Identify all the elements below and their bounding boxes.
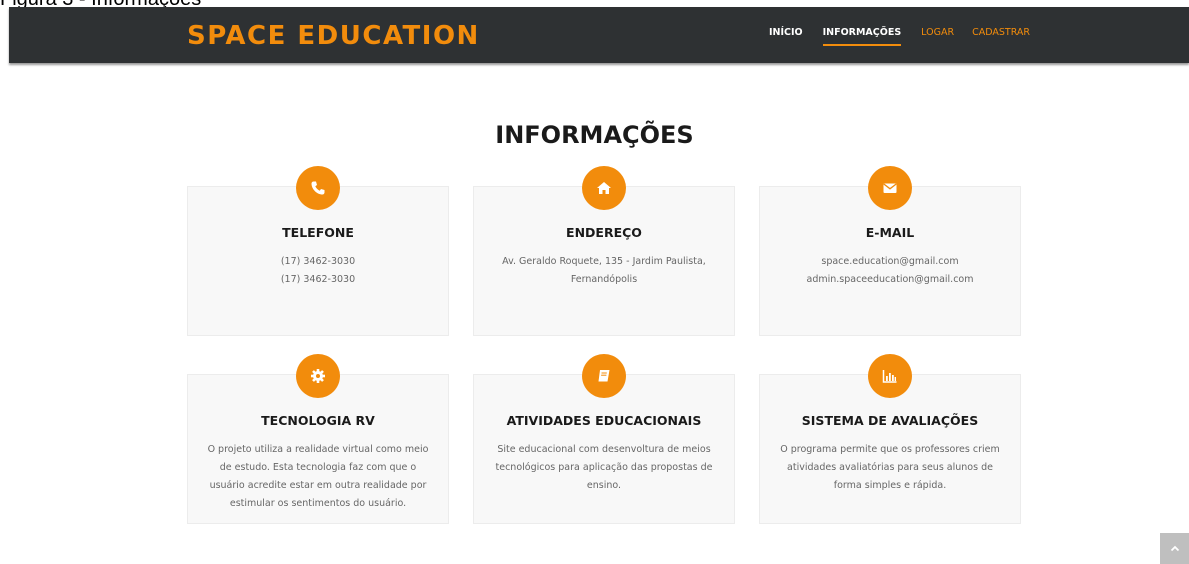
card-line: forma simples e rápida. — [833, 480, 947, 491]
card-title: TECNOLOGIA RV — [261, 413, 375, 428]
card-title: E-MAIL — [865, 225, 915, 240]
card-line: (17) 3462-3030 — [280, 256, 356, 267]
card-title: ENDEREÇO — [566, 225, 642, 240]
card-line: O projeto utiliza a realidade virtual co… — [207, 444, 429, 455]
book-icon — [582, 354, 626, 398]
section-title: INFORMAÇÕES — [495, 121, 694, 149]
card-title: SISTEMA DE AVALIAÇÕES — [801, 413, 979, 428]
info-card-endereco: ENDEREÇO Av. Geraldo Roquete, 135 - Jard… — [473, 166, 735, 336]
info-card-email: E-MAIL space.education@gmail.com admin.s… — [759, 166, 1021, 336]
card-line: de estudo. Esta tecnologia faz com que o — [219, 462, 417, 473]
card-line: ensino. — [586, 480, 622, 491]
nav-link-logar[interactable]: LOGAR — [921, 25, 954, 46]
card-line: estimular os sentimentos do usuário. — [229, 498, 407, 509]
bar-chart-icon — [868, 354, 912, 398]
home-icon — [582, 166, 626, 210]
brand-logo[interactable]: SPACE EDUCATION — [187, 21, 480, 51]
card-text: Site educacional com desenvoltura de mei… — [488, 441, 720, 495]
phone-icon — [296, 166, 340, 210]
envelope-icon — [868, 166, 912, 210]
card-text: Av. Geraldo Roquete, 135 - Jardim Paulis… — [488, 253, 720, 289]
scroll-to-top-button[interactable] — [1160, 533, 1189, 564]
card-text: space.education@gmail.com admin.spaceedu… — [774, 253, 1006, 289]
card-text: O programa permite que os professores cr… — [774, 441, 1006, 495]
card-line: space.education@gmail.com — [821, 256, 959, 267]
card-text: O projeto utiliza a realidade virtual co… — [202, 441, 434, 513]
card-title: ATIVIDADES EDUCACIONAIS — [506, 413, 702, 428]
info-card-tecnologia-rv: TECNOLOGIA RV O projeto utiliza a realid… — [187, 354, 449, 524]
info-card-telefone: TELEFONE (17) 3462-3030 (17) 3462-3030 — [187, 166, 449, 336]
card-line: Site educacional com desenvoltura de mei… — [497, 444, 711, 455]
info-card-atividades-educacionais: ATIVIDADES EDUCACIONAIS Site educacional… — [473, 354, 735, 524]
card-line: atividades avaliatórias para seus alunos… — [787, 462, 993, 473]
nav-menu: INÍCIO INFORMAÇÕES LOGAR CADASTRAR — [769, 25, 1050, 46]
card-line: tecnológicos para aplicação das proposta… — [495, 462, 713, 473]
card-line: admin.spaceeducation@gmail.com — [806, 274, 974, 285]
card-text: (17) 3462-3030 (17) 3462-3030 — [202, 253, 434, 289]
chevron-up-icon — [1170, 545, 1179, 551]
card-line: usuário acredite estar em outra realidad… — [209, 480, 427, 491]
card-line: O programa permite que os professores cr… — [780, 444, 1000, 455]
card-title: TELEFONE — [282, 225, 354, 240]
nav-link-informacoes[interactable]: INFORMAÇÕES — [822, 25, 901, 46]
navbar: SPACE EDUCATION INÍCIO INFORMAÇÕES LOGAR… — [9, 7, 1189, 63]
info-card-sistema-de-avaliacoes: SISTEMA DE AVALIAÇÕES O programa permite… — [759, 354, 1021, 524]
card-line: (17) 3462-3030 — [280, 274, 356, 285]
card-line: Fernandópolis — [570, 274, 638, 285]
nav-link-cadastrar[interactable]: CADASTRAR — [972, 25, 1030, 46]
card-line: Av. Geraldo Roquete, 135 - Jardim Paulis… — [502, 256, 706, 267]
nav-link-inicio[interactable]: INÍCIO — [769, 25, 803, 46]
gear-icon — [296, 354, 340, 398]
